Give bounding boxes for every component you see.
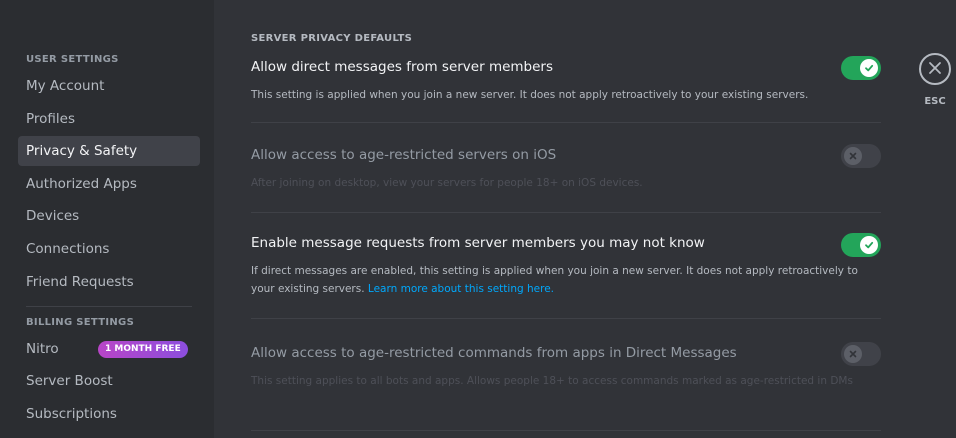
- setting-title: Allow access to age-restricted commands …: [251, 345, 737, 361]
- sidebar-item-my-account[interactable]: My Account: [18, 71, 200, 101]
- sidebar-item-devices[interactable]: Devices: [18, 201, 200, 231]
- setting-description: After joining on desktop, view your serv…: [251, 177, 643, 189]
- billing-settings-header: BILLING SETTINGS: [26, 316, 135, 328]
- setting-description-text: If direct messages are enabled, this set…: [251, 265, 858, 295]
- sidebar-divider: [26, 305, 192, 307]
- toggle-message-requests[interactable]: [841, 233, 881, 257]
- privacy-settings-content: SERVER PRIVACY DEFAULTS Allow direct mes…: [251, 0, 881, 438]
- sidebar-item-nitro-label: Nitro: [26, 340, 59, 357]
- x-icon: [844, 345, 862, 363]
- setting-description: This setting is applied when you join a …: [251, 89, 809, 101]
- user-settings-header: USER SETTINGS: [26, 54, 119, 65]
- check-icon: [860, 59, 878, 77]
- setting-dm-from-server-members: Allow direct messages from server member…: [251, 56, 881, 104]
- sidebar-item-profiles[interactable]: Profiles: [18, 104, 200, 134]
- sidebar-item-server-boost[interactable]: Server Boost: [18, 366, 200, 396]
- setting-title: Enable message requests from server memb…: [251, 235, 705, 251]
- setting-age-restricted-ios: Allow access to age-restricted servers o…: [251, 144, 881, 192]
- esc-label: ESC: [924, 96, 946, 107]
- sidebar-item-privacy-safety[interactable]: Privacy & Safety: [18, 136, 200, 167]
- setting-message-requests: Enable message requests from server memb…: [251, 233, 881, 298]
- learn-more-link[interactable]: Learn more about this setting here.: [368, 283, 554, 295]
- nitro-promo-badge: 1 MONTH FREE: [98, 340, 188, 358]
- settings-sidebar: USER SETTINGS My Account Profiles Privac…: [0, 0, 214, 438]
- close-icon: [928, 60, 942, 79]
- setting-divider: [251, 318, 881, 319]
- toggle-age-restricted-commands[interactable]: [841, 342, 881, 366]
- setting-description: This setting applies to all bots and app…: [251, 375, 853, 387]
- sidebar-item-subscriptions[interactable]: Subscriptions: [18, 399, 200, 429]
- setting-age-restricted-commands: Allow access to age-restricted commands …: [251, 342, 881, 390]
- toggle-dm-from-server-members[interactable]: [841, 56, 881, 80]
- sidebar-item-connections[interactable]: Connections: [18, 234, 200, 264]
- setting-title: Allow access to age-restricted servers o…: [251, 147, 557, 163]
- section-header: SERVER PRIVACY DEFAULTS: [251, 33, 413, 44]
- sidebar-item-nitro[interactable]: Nitro 1 MONTH FREE: [18, 334, 200, 364]
- sidebar-item-friend-requests[interactable]: Friend Requests: [18, 267, 200, 297]
- setting-divider: [251, 430, 881, 431]
- setting-divider: [251, 122, 881, 123]
- toggle-age-restricted-ios[interactable]: [841, 144, 881, 168]
- close-button[interactable]: [919, 53, 951, 85]
- setting-title: Allow direct messages from server member…: [251, 59, 554, 75]
- setting-description: If direct messages are enabled, this set…: [251, 262, 881, 298]
- check-icon: [860, 236, 878, 254]
- setting-divider: [251, 212, 881, 213]
- x-icon: [844, 147, 862, 165]
- sidebar-item-authorized-apps[interactable]: Authorized Apps: [18, 169, 200, 199]
